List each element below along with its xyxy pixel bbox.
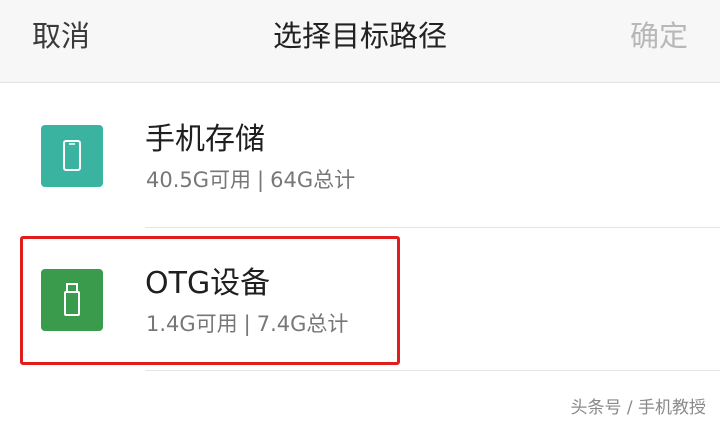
storage-item-otg[interactable]: OTG设备 1.4G可用 | 7.4G总计 — [0, 232, 720, 372]
storage-item-phone[interactable]: 手机存储 40.5G可用 | 64G总计 — [0, 88, 720, 228]
total-space: 7.4G总计 — [256, 312, 349, 336]
usb-drive-icon — [41, 269, 103, 331]
page-title: 选择目标路径 — [272, 19, 447, 53]
detail-separator: | — [243, 312, 251, 336]
storage-item-name: OTG设备 — [145, 266, 271, 301]
detail-separator: | — [257, 168, 265, 192]
phone-icon — [41, 125, 103, 187]
storage-item-name: 手机存储 — [145, 122, 265, 157]
total-space: 64G总计 — [270, 168, 356, 192]
storage-item-detail: 1.4G可用 | 7.4G总计 — [146, 309, 348, 339]
confirm-button[interactable]: 确定 — [630, 16, 688, 56]
top-bar: 取消 选择目标路径 确定 — [0, 0, 720, 83]
storage-item-detail: 40.5G可用 | 64G总计 — [146, 165, 355, 195]
divider — [145, 370, 720, 371]
available-space: 40.5G可用 — [146, 168, 252, 192]
watermark: 头条号 / 手机教授 — [570, 398, 706, 418]
available-space: 1.4G可用 — [146, 312, 238, 336]
divider — [145, 227, 720, 228]
